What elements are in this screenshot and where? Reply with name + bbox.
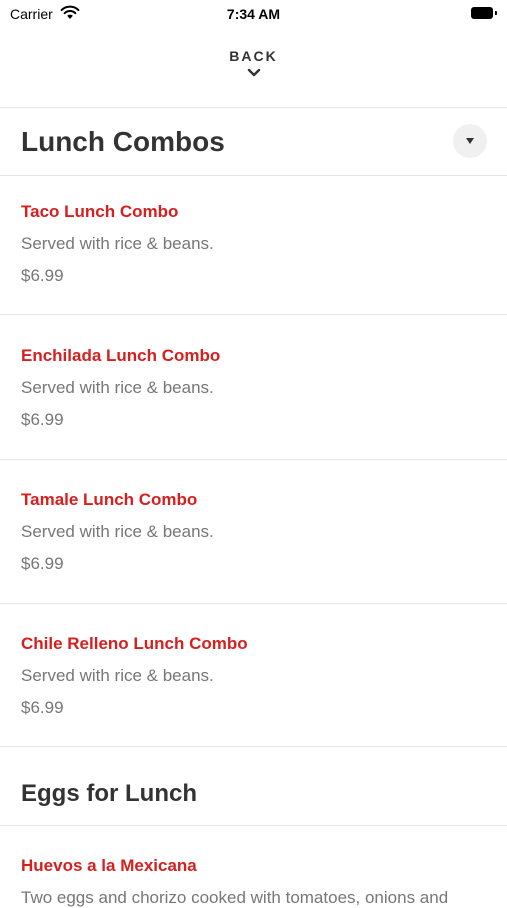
divider bbox=[0, 825, 507, 826]
item-name: Taco Lunch Combo bbox=[21, 202, 179, 221]
item-description: Served with rice & beans. bbox=[21, 666, 214, 685]
menu-item[interactable]: Enchilada Lunch Combo Served with rice &… bbox=[0, 346, 507, 446]
divider bbox=[0, 746, 507, 747]
item-price: $6.99 bbox=[21, 410, 64, 429]
item-description: Served with rice & beans. bbox=[21, 522, 214, 541]
item-price: $6.99 bbox=[21, 554, 64, 573]
menu-item[interactable]: Taco Lunch Combo Served with rice & bean… bbox=[0, 202, 507, 302]
divider bbox=[0, 459, 507, 460]
section-title-lunch-combos: Lunch Combos bbox=[21, 126, 225, 157]
menu-item[interactable]: Huevos a la Mexicana Two eggs and choriz… bbox=[0, 856, 507, 907]
divider bbox=[0, 175, 507, 176]
item-price: $6.99 bbox=[21, 266, 64, 285]
battery-icon bbox=[471, 7, 497, 19]
divider bbox=[0, 603, 507, 604]
item-description: Served with rice & beans. bbox=[21, 378, 214, 397]
item-name: Tamale Lunch Combo bbox=[21, 490, 198, 509]
menu-item[interactable]: Tamale Lunch Combo Served with rice & be… bbox=[0, 490, 507, 590]
chevron-down-icon bbox=[247, 68, 260, 77]
item-name: Chile Relleno Lunch Combo bbox=[21, 634, 248, 653]
back-label: BACK bbox=[229, 48, 278, 64]
item-name: Enchilada Lunch Combo bbox=[21, 346, 221, 365]
item-description: Served with rice & beans. bbox=[21, 234, 214, 253]
menu-item[interactable]: Chile Relleno Lunch Combo Served with ri… bbox=[0, 634, 507, 734]
section-title-eggs-for-lunch: Eggs for Lunch bbox=[21, 780, 197, 807]
item-name: Huevos a la Mexicana bbox=[21, 856, 197, 875]
caret-down-icon bbox=[466, 138, 474, 144]
back-button[interactable]: BACK bbox=[0, 48, 507, 94]
item-description: Two eggs and chorizo cooked with tomatoe… bbox=[21, 888, 449, 907]
clock: 7:34 AM bbox=[226, 6, 281, 22]
item-price: $6.99 bbox=[21, 698, 64, 717]
divider bbox=[0, 314, 507, 315]
divider bbox=[0, 107, 507, 108]
status-bar: Carrier 7:34 AM bbox=[0, 0, 507, 30]
section-collapse-toggle[interactable] bbox=[453, 124, 487, 158]
